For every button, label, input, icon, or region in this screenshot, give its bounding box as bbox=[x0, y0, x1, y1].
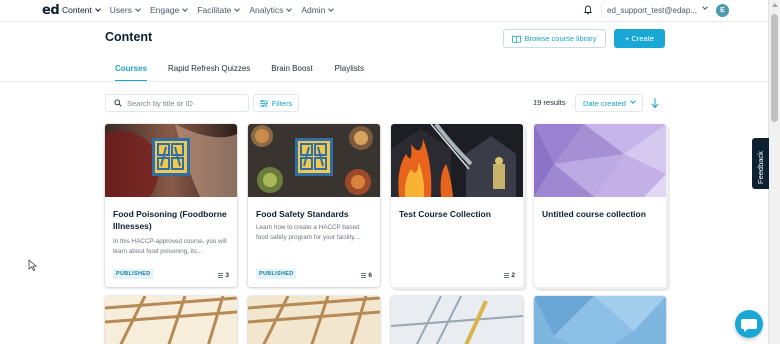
nav-menu: Content Users Engage Facilitate Analytic… bbox=[62, 5, 335, 15]
search-input[interactable]: Search by title or ID bbox=[105, 94, 249, 112]
nav-item-users[interactable]: Users bbox=[110, 5, 141, 15]
page-title: Content bbox=[105, 30, 153, 44]
course-thumbnail-stomach-pain bbox=[105, 124, 237, 197]
course-card[interactable]: Food Safety Standards Learn how to creat… bbox=[248, 124, 380, 287]
user-email: ed_support_test@edap... bbox=[607, 6, 697, 15]
filters-button[interactable]: Filters bbox=[253, 94, 299, 112]
chevron-down-icon bbox=[286, 6, 293, 12]
chevron-down-icon bbox=[94, 6, 101, 12]
tab-playlists[interactable]: Playlists bbox=[335, 64, 364, 82]
card-body: Food Safety Standards Learn how to creat… bbox=[248, 197, 380, 287]
tabs-divider bbox=[0, 81, 768, 82]
card-title: Food Poisoning (Foodborne Illnesses) bbox=[113, 209, 227, 231]
chevron-down-icon bbox=[182, 6, 189, 12]
avatar[interactable]: E bbox=[716, 4, 729, 17]
status-badge: PUBLISHED bbox=[113, 269, 154, 279]
card-description: Learn how to create a HACCP based food s… bbox=[256, 224, 361, 241]
course-thumbnail-wood-frame bbox=[105, 296, 237, 344]
page-scrollbar[interactable] bbox=[768, 0, 780, 344]
chevron-down-icon bbox=[702, 4, 708, 10]
chevron-down-icon bbox=[135, 6, 141, 12]
card-body: Test Course Collection 2 bbox=[391, 197, 523, 287]
list-icon bbox=[218, 273, 224, 278]
browse-course-library-button[interactable]: Browse course library bbox=[503, 29, 606, 48]
tab-brain-boost[interactable]: Brain Boost bbox=[271, 64, 312, 82]
course-thumbnail-wood-frame bbox=[248, 296, 380, 344]
content-page: ed Content Users Engage Facilitate Analy… bbox=[0, 0, 780, 344]
feedback-tab[interactable]: Feedback bbox=[752, 138, 769, 189]
card-body: Food Poisoning (Foodborne Illnesses) In … bbox=[105, 197, 237, 287]
course-collection-card[interactable]: Untitled course collection bbox=[534, 124, 666, 287]
sliders-icon bbox=[259, 99, 268, 107]
course-card-partial[interactable] bbox=[391, 296, 523, 344]
nav-item-admin[interactable]: Admin bbox=[301, 5, 335, 15]
user-account-select[interactable]: ed_support_test@edap... bbox=[601, 3, 709, 18]
course-thumbnail-food-spread bbox=[248, 124, 380, 197]
sort-direction-arrow-icon[interactable] bbox=[650, 97, 660, 109]
ed-logo[interactable]: ed bbox=[42, 3, 60, 18]
book-icon bbox=[512, 35, 522, 43]
status-badge: PUBLISHED bbox=[256, 269, 297, 279]
nav-item-content[interactable]: Content bbox=[62, 5, 101, 15]
bell-icon[interactable] bbox=[584, 5, 592, 15]
create-button[interactable]: + Create bbox=[614, 29, 665, 48]
card-description: In this HACCP-approved course, you will … bbox=[113, 238, 227, 255]
course-thumbnail-construction bbox=[391, 296, 523, 344]
nav-item-facilitate[interactable]: Facilitate bbox=[197, 5, 241, 15]
mouse-cursor-icon bbox=[28, 259, 38, 271]
list-icon bbox=[504, 273, 510, 278]
tab-rapid-refresh-quizzes[interactable]: Rapid Refresh Quizzes bbox=[168, 64, 250, 82]
course-card[interactable]: Food Poisoning (Foodborne Illnesses) In … bbox=[105, 124, 237, 287]
course-card-partial[interactable] bbox=[534, 296, 666, 344]
course-thumbnail-blue-pattern bbox=[534, 296, 666, 344]
chevron-down-icon bbox=[630, 98, 636, 104]
course-collection-card[interactable]: Test Course Collection 2 bbox=[391, 124, 523, 287]
nav-item-engage[interactable]: Engage bbox=[150, 5, 189, 15]
lesson-count: 6 bbox=[361, 272, 372, 279]
search-placeholder: Search by title or ID bbox=[127, 98, 193, 108]
sort-select[interactable]: Date created bbox=[575, 94, 643, 112]
card-body: Untitled course collection bbox=[534, 197, 666, 287]
nav-item-analytics[interactable]: Analytics bbox=[249, 5, 293, 15]
card-title: Untitled course collection bbox=[542, 209, 646, 219]
chevron-down-icon bbox=[234, 6, 241, 12]
course-thumbnail-house-fire bbox=[391, 124, 523, 197]
course-card-partial[interactable] bbox=[105, 296, 237, 344]
course-count: 2 bbox=[504, 272, 515, 279]
chat-bubble-icon bbox=[741, 319, 757, 332]
course-card-partial[interactable] bbox=[248, 296, 380, 344]
results-count: 19 results bbox=[533, 98, 566, 107]
top-nav: ed Content Users Engage Facilitate Analy… bbox=[0, 0, 768, 22]
chevron-down-icon bbox=[328, 6, 335, 12]
course-thumbnail-purple-pattern bbox=[534, 124, 666, 197]
content-tabs: Courses Rapid Refresh Quizzes Brain Boos… bbox=[104, 64, 364, 82]
scroll-up-arrow-icon[interactable] bbox=[772, 3, 778, 7]
list-icon bbox=[361, 273, 367, 278]
card-title: Test Course Collection bbox=[399, 209, 491, 219]
scroll-thumb[interactable] bbox=[771, 14, 778, 122]
tab-courses[interactable]: Courses bbox=[115, 64, 148, 82]
chat-button[interactable] bbox=[735, 310, 763, 338]
lesson-count: 3 bbox=[218, 272, 229, 279]
card-title: Food Safety Standards bbox=[256, 209, 349, 219]
search-icon bbox=[114, 99, 122, 107]
